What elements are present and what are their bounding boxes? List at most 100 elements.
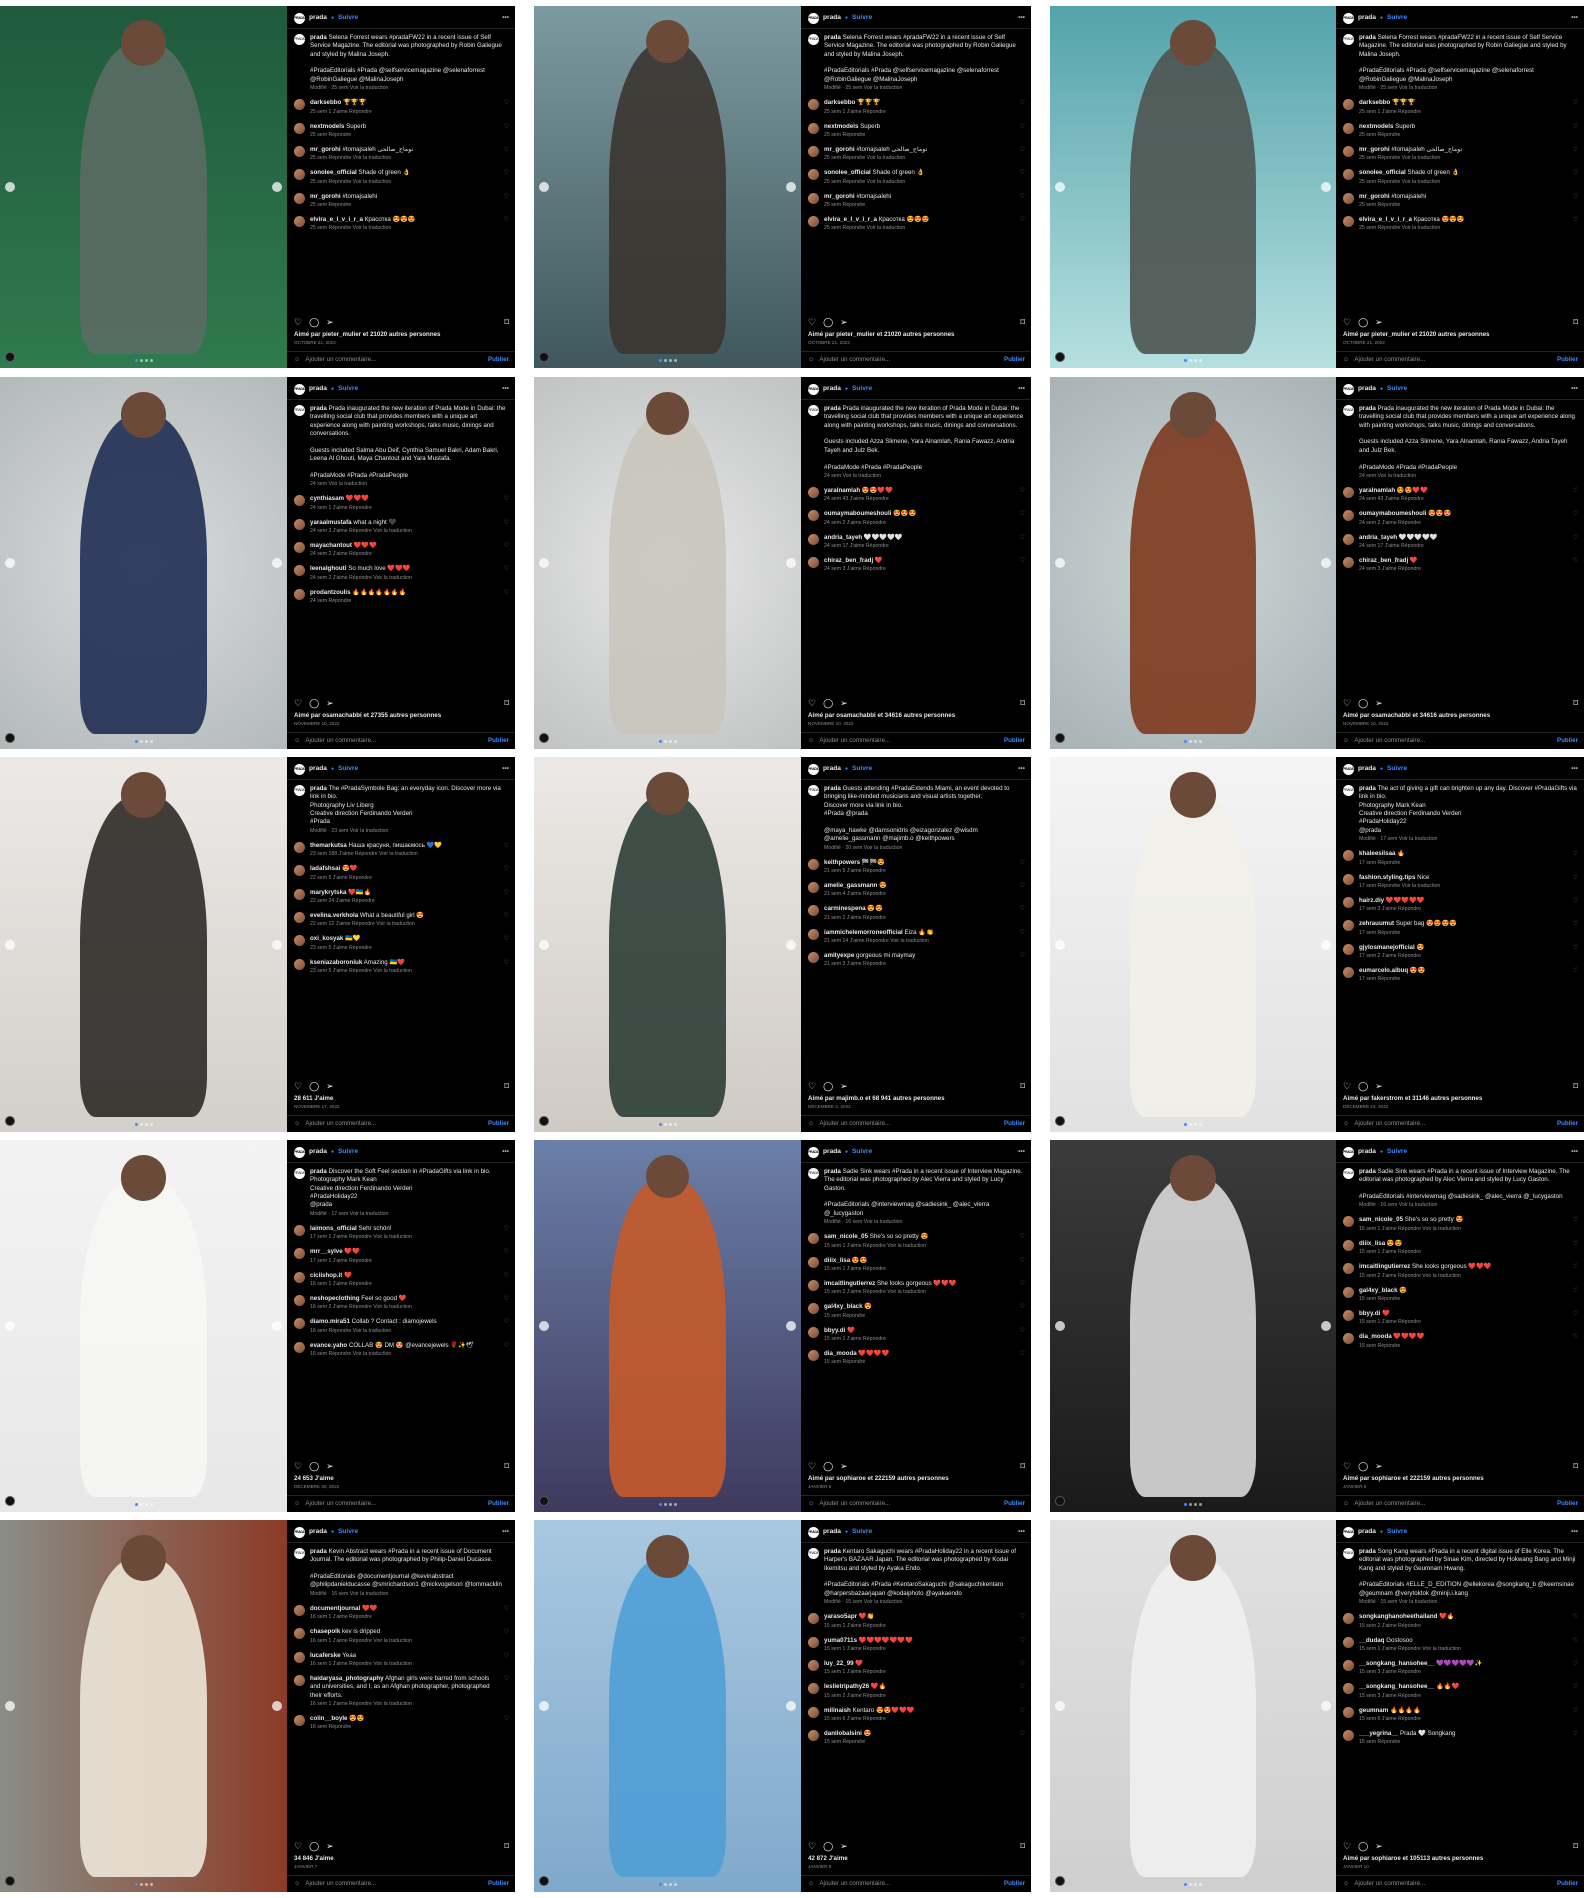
commenter-avatar[interactable] (808, 1279, 819, 1291)
comment-user[interactable]: yaralnamlah (824, 487, 860, 494)
heart-icon[interactable]: ♡ (504, 216, 509, 224)
caption-account[interactable]: prada (1359, 405, 1376, 412)
next-image-button[interactable] (786, 182, 796, 192)
comment-icon[interactable]: ◯ (823, 1840, 833, 1852)
comment-user[interactable]: mr_gorohi (1359, 193, 1390, 200)
bookmark-icon[interactable]: ⌑ (1573, 697, 1578, 709)
commenter-avatar[interactable] (294, 841, 305, 853)
prada-avatar[interactable]: PRADA (808, 785, 819, 796)
heart-icon[interactable]: ♡ (1573, 510, 1578, 518)
commenter-avatar[interactable] (294, 888, 305, 900)
caption-account[interactable]: prada (1359, 34, 1376, 41)
commenter-avatar[interactable] (1343, 1309, 1354, 1321)
comment-user[interactable]: chiraz_ben_fradj (1359, 557, 1408, 564)
comment-icon[interactable]: ◯ (1358, 1080, 1368, 1092)
prev-image-button[interactable] (1055, 558, 1065, 568)
bookmark-icon[interactable]: ⌑ (1573, 1840, 1578, 1852)
comment-user[interactable]: leenalghouti (310, 565, 346, 572)
account-name[interactable]: prada (1358, 14, 1376, 23)
comment-user[interactable]: haidaryasa_photography (310, 1675, 384, 1682)
prada-avatar[interactable]: PRADA (808, 1168, 819, 1179)
comment-user[interactable]: themarkutsa (310, 842, 347, 849)
next-image-button[interactable] (272, 182, 282, 192)
prev-image-button[interactable] (539, 1321, 549, 1331)
commenter-avatar[interactable] (294, 588, 305, 600)
commenter-avatar[interactable] (808, 192, 819, 204)
comment-user[interactable]: prodantzoulis (310, 589, 351, 596)
comment-user[interactable]: yaraso5apr (824, 1613, 857, 1620)
share-icon[interactable]: ➢ (326, 1460, 334, 1472)
bookmark-icon[interactable]: ⌑ (504, 1460, 509, 1472)
heart-icon[interactable]: ♡ (504, 123, 509, 131)
account-name[interactable]: prada (823, 14, 841, 23)
caption-account[interactable]: prada (1359, 1548, 1376, 1555)
emoji-icon[interactable]: ☺ (1343, 1500, 1349, 1508)
add-comment-input[interactable]: Ajouter un commentaire... (819, 1120, 890, 1128)
heart-icon[interactable]: ♡ (1020, 1233, 1025, 1241)
prada-avatar[interactable]: PRADA (1343, 763, 1354, 775)
like-icon[interactable]: ♡ (1343, 1840, 1351, 1852)
commenter-avatar[interactable] (1343, 850, 1354, 862)
prada-avatar[interactable]: PRADA (294, 405, 305, 416)
comment-user[interactable]: bbyy.di (1359, 1310, 1380, 1317)
comment-user[interactable]: neshopeclothing (310, 1295, 360, 1302)
comment-user[interactable]: cynthiasam (310, 495, 344, 502)
comment-user[interactable]: amelie_gassmann (824, 882, 877, 889)
more-options-icon[interactable]: ••• (1571, 385, 1578, 394)
share-icon[interactable]: ➢ (840, 1840, 848, 1852)
comment-user[interactable]: diiix_lisa (1359, 1240, 1385, 1247)
caption-account[interactable]: prada (824, 1168, 841, 1175)
account-name[interactable]: prada (823, 1148, 841, 1157)
caption-account[interactable]: prada (310, 1168, 327, 1175)
commenter-avatar[interactable] (808, 1233, 819, 1245)
comment-user[interactable]: chasepolk (310, 1628, 340, 1635)
heart-icon[interactable]: ♡ (1020, 1613, 1025, 1621)
commenter-avatar[interactable] (808, 881, 819, 893)
comment-user[interactable]: amityexpe (824, 952, 854, 959)
commenter-avatar[interactable] (808, 510, 819, 522)
heart-icon[interactable]: ♡ (504, 1675, 509, 1683)
post-photo[interactable] (0, 1520, 287, 1892)
caption-account[interactable]: prada (824, 785, 841, 792)
heart-icon[interactable]: ♡ (1573, 534, 1578, 542)
tagged-account-icon[interactable] (539, 733, 549, 743)
commenter-avatar[interactable] (808, 905, 819, 917)
prada-avatar[interactable]: PRADA (1343, 12, 1354, 24)
comment-user[interactable]: mrr__sylve (310, 1248, 343, 1255)
comment-user[interactable]: laimons_official (310, 1225, 357, 1232)
prada-avatar[interactable]: PRADA (1343, 34, 1354, 45)
commenter-avatar[interactable] (294, 565, 305, 577)
publish-button[interactable]: Publier (1004, 1120, 1025, 1128)
commenter-avatar[interactable] (1343, 1730, 1354, 1742)
follow-button[interactable]: Suivre (852, 765, 872, 774)
commenter-avatar[interactable] (808, 216, 819, 228)
publish-button[interactable]: Publier (1004, 737, 1025, 745)
heart-icon[interactable]: ♡ (1573, 850, 1578, 858)
follow-button[interactable]: Suivre (852, 14, 872, 23)
commenter-avatar[interactable] (294, 216, 305, 228)
heart-icon[interactable]: ♡ (1573, 1660, 1578, 1668)
commenter-avatar[interactable] (808, 169, 819, 181)
commenter-avatar[interactable] (808, 1730, 819, 1742)
like-icon[interactable]: ♡ (808, 1080, 816, 1092)
account-name[interactable]: prada (309, 765, 327, 774)
share-icon[interactable]: ➢ (1375, 697, 1383, 709)
commenter-avatar[interactable] (1343, 1683, 1354, 1695)
publish-button[interactable]: Publier (1557, 737, 1578, 745)
prada-avatar[interactable]: PRADA (1343, 1146, 1354, 1158)
comment-user[interactable]: fashion.styling.tips (1359, 874, 1415, 881)
post-photo[interactable] (534, 757, 801, 1132)
commenter-avatar[interactable] (808, 928, 819, 940)
prada-avatar[interactable]: PRADA (808, 12, 819, 24)
heart-icon[interactable]: ♡ (1573, 1263, 1578, 1271)
share-icon[interactable]: ➢ (840, 1460, 848, 1472)
heart-icon[interactable]: ♡ (1020, 1683, 1025, 1691)
comment-user[interactable]: kseniazaboroniuk (310, 959, 362, 966)
heart-icon[interactable]: ♡ (1020, 169, 1025, 177)
commenter-avatar[interactable] (808, 486, 819, 498)
comment-user[interactable]: keithpowers (824, 859, 860, 866)
likes-count[interactable]: Aimé par sophiaroe et 222159 autres pers… (1343, 1475, 1578, 1483)
caption-account[interactable]: prada (1359, 1168, 1376, 1175)
account-name[interactable]: prada (1358, 765, 1376, 774)
heart-icon[interactable]: ♡ (1020, 952, 1025, 960)
